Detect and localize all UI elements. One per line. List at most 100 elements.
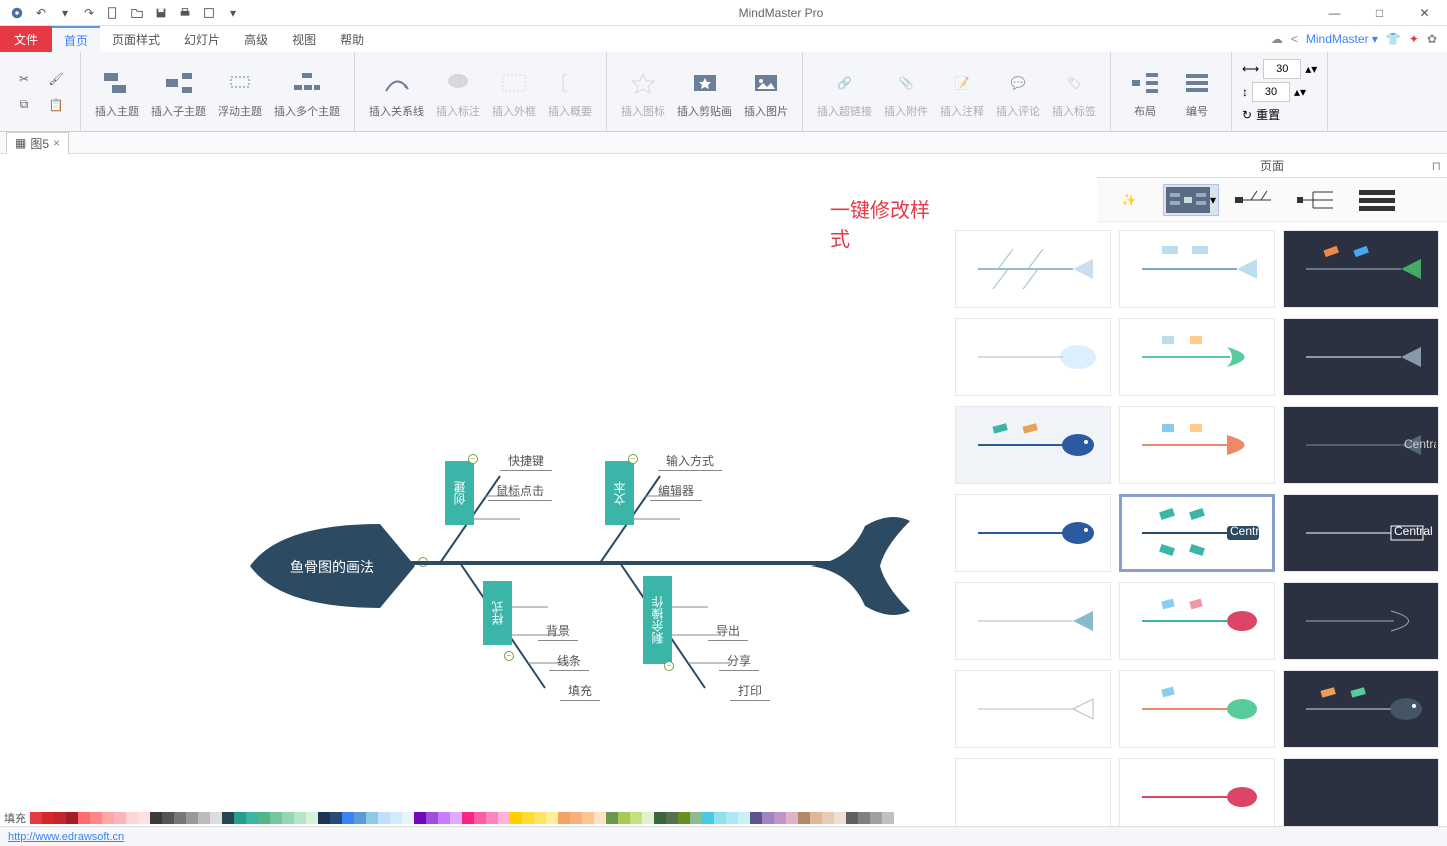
color-swatch[interactable] xyxy=(786,812,798,824)
style-thumb[interactable] xyxy=(955,670,1111,748)
color-swatch[interactable] xyxy=(366,812,378,824)
color-swatch[interactable] xyxy=(546,812,558,824)
color-swatch[interactable] xyxy=(378,812,390,824)
format-painter-icon[interactable]: 🖌 xyxy=(44,67,68,91)
leaf[interactable]: 鼠标点击 xyxy=(488,481,552,501)
color-swatch[interactable] xyxy=(198,812,210,824)
color-swatch[interactable] xyxy=(54,812,66,824)
color-swatch[interactable] xyxy=(750,812,762,824)
style-thumb-selected[interactable]: Central theme xyxy=(1119,494,1275,572)
color-swatch[interactable] xyxy=(78,812,90,824)
color-swatch[interactable] xyxy=(594,812,606,824)
style-thumb[interactable] xyxy=(955,494,1111,572)
color-swatch[interactable] xyxy=(606,812,618,824)
height-spinner[interactable]: ↕▴▾ xyxy=(1242,81,1306,102)
menu-view[interactable]: 视图 xyxy=(280,27,328,52)
cut-icon[interactable]: ✂ xyxy=(12,67,36,91)
logo-icon[interactable]: ✦ xyxy=(1409,32,1419,46)
style-thumb[interactable] xyxy=(955,582,1111,660)
color-swatch[interactable] xyxy=(690,812,702,824)
export-icon[interactable] xyxy=(198,2,220,24)
color-swatch[interactable] xyxy=(354,812,366,824)
style-thumb[interactable] xyxy=(1283,318,1439,396)
color-swatch[interactable] xyxy=(282,812,294,824)
color-swatch[interactable] xyxy=(678,812,690,824)
dropdown-icon[interactable]: ▾ xyxy=(54,2,76,24)
color-swatch[interactable] xyxy=(246,812,258,824)
undo-icon[interactable]: ↶ xyxy=(30,2,52,24)
color-swatch[interactable] xyxy=(834,812,846,824)
share-icon[interactable]: < xyxy=(1291,32,1298,46)
layout-option-4[interactable] xyxy=(1349,184,1405,216)
color-swatch[interactable] xyxy=(270,812,282,824)
leaf[interactable]: 分享 xyxy=(719,651,759,671)
color-swatch[interactable] xyxy=(42,812,54,824)
color-swatch[interactable] xyxy=(666,812,678,824)
color-swatch[interactable] xyxy=(126,812,138,824)
color-swatch[interactable] xyxy=(66,812,78,824)
leaf[interactable]: 背景 xyxy=(538,621,578,641)
open-icon[interactable] xyxy=(126,2,148,24)
color-swatch[interactable] xyxy=(114,812,126,824)
collapse-icon[interactable]: − xyxy=(628,454,638,464)
color-swatch[interactable] xyxy=(462,812,474,824)
width-spinner[interactable]: ⟷▴▾ xyxy=(1242,58,1317,79)
color-swatch[interactable] xyxy=(30,812,42,824)
layout-option-1[interactable]: ▾ xyxy=(1163,184,1219,216)
style-thumb[interactable] xyxy=(1283,582,1439,660)
color-swatch[interactable] xyxy=(138,812,150,824)
style-thumb[interactable] xyxy=(1119,582,1275,660)
insert-clipart-button[interactable]: 插入剪贴画 xyxy=(671,63,738,121)
menu-slideshow[interactable]: 幻灯片 xyxy=(172,27,232,52)
color-swatch[interactable] xyxy=(642,812,654,824)
print-icon[interactable] xyxy=(174,2,196,24)
style-thumb[interactable] xyxy=(1283,670,1439,748)
fish-head[interactable]: 鱼骨图的画法 xyxy=(240,516,420,616)
color-swatch[interactable] xyxy=(174,812,186,824)
insert-topic-button[interactable]: 插入主题 xyxy=(89,63,145,121)
color-swatch[interactable] xyxy=(426,812,438,824)
color-swatch[interactable] xyxy=(390,812,402,824)
color-swatch[interactable] xyxy=(858,812,870,824)
insert-relation-button[interactable]: 插入关系线 xyxy=(363,63,430,121)
color-swatch[interactable] xyxy=(210,812,222,824)
leaf[interactable]: 打印 xyxy=(730,681,770,701)
color-swatch[interactable] xyxy=(330,812,342,824)
multi-topic-button[interactable]: 插入多个主题 xyxy=(268,63,346,121)
insert-subtopic-button[interactable]: 插入子主题 xyxy=(145,63,212,121)
collapse-icon[interactable]: − xyxy=(664,661,674,671)
menu-page-style[interactable]: 页面样式 xyxy=(100,27,172,52)
style-thumb[interactable] xyxy=(955,318,1111,396)
color-swatch[interactable] xyxy=(306,812,318,824)
leaf[interactable]: 填充 xyxy=(560,681,600,701)
menu-advanced[interactable]: 高级 xyxy=(232,27,280,52)
style-thumb[interactable] xyxy=(1119,318,1275,396)
cloud-icon[interactable]: ☁ xyxy=(1271,32,1283,46)
color-swatch[interactable] xyxy=(726,812,738,824)
color-swatch[interactable] xyxy=(450,812,462,824)
leaf[interactable]: 导出 xyxy=(708,621,748,641)
maximize-button[interactable]: □ xyxy=(1357,0,1402,26)
insert-image-button[interactable]: 插入图片 xyxy=(738,63,794,121)
qat-more-icon[interactable]: ▾ xyxy=(222,2,244,24)
color-swatch[interactable] xyxy=(822,812,834,824)
color-swatch[interactable] xyxy=(630,812,642,824)
color-swatch[interactable] xyxy=(654,812,666,824)
bone-label[interactable]: 样式 xyxy=(483,581,512,645)
leaf[interactable]: 快捷键 xyxy=(500,451,552,471)
magic-wand-icon[interactable]: ✨ xyxy=(1101,184,1157,216)
reset-button[interactable]: ↻重置 xyxy=(1242,104,1280,125)
style-thumb[interactable] xyxy=(955,406,1111,484)
collapse-icon[interactable]: − xyxy=(504,651,514,661)
color-swatch[interactable] xyxy=(810,812,822,824)
brand-link[interactable]: MindMaster ▾ xyxy=(1306,32,1378,46)
color-swatch[interactable] xyxy=(150,812,162,824)
color-swatch[interactable] xyxy=(522,812,534,824)
color-swatch[interactable] xyxy=(402,812,414,824)
style-thumb[interactable] xyxy=(1119,406,1275,484)
color-swatch[interactable] xyxy=(534,812,546,824)
minimize-button[interactable]: — xyxy=(1312,0,1357,26)
leaf[interactable]: 线条 xyxy=(549,651,589,671)
close-button[interactable]: ✕ xyxy=(1402,0,1447,26)
color-swatch[interactable] xyxy=(414,812,426,824)
